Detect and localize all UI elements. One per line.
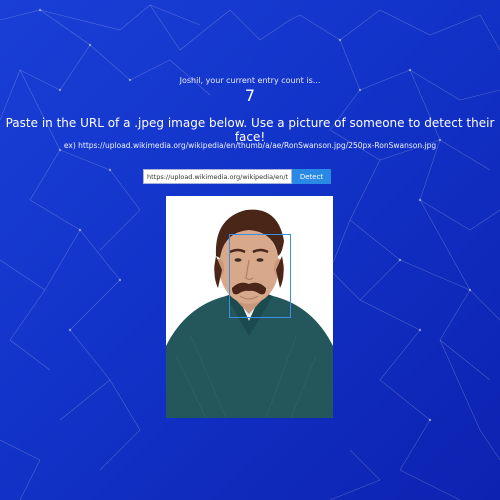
url-form: Detect — [143, 169, 331, 184]
detect-button[interactable]: Detect — [292, 169, 331, 184]
entry-count-value: 7 — [244, 86, 256, 105]
example-url-text: ex) https://upload.wikimedia.org/wikiped… — [63, 141, 437, 150]
face-detection-box — [229, 234, 291, 318]
page-headline: Paste in the URL of a .jpeg image below.… — [5, 116, 495, 144]
image-url-input[interactable] — [143, 169, 292, 184]
entry-count-greeting: Joshil, your current entry count is... — [179, 76, 321, 85]
